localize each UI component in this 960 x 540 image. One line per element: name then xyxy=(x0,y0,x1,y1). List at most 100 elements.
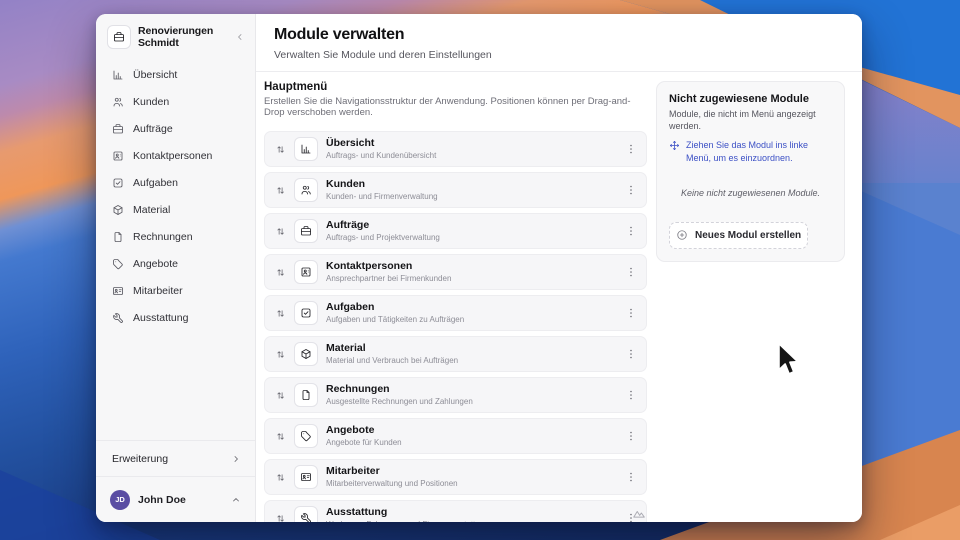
page-subtitle: Verwalten Sie Module und deren Einstellu… xyxy=(274,49,492,61)
drag-handle-icon[interactable] xyxy=(275,185,286,196)
drag-handle-icon[interactable] xyxy=(275,144,286,155)
tag-icon xyxy=(294,424,318,448)
tag-icon xyxy=(112,258,124,270)
drag-handle-icon[interactable] xyxy=(275,431,286,442)
module-title: Kontaktpersonen xyxy=(326,259,413,272)
module-card-kunden[interactable]: Kunden Kunden- und Firmenverwaltung xyxy=(264,172,647,208)
empty-state-text: Keine nicht zugewiesenen Module. xyxy=(680,187,821,198)
section-description: Erstellen Sie die Navigationsstruktur de… xyxy=(264,96,631,118)
wrench-icon xyxy=(112,312,124,324)
users-icon xyxy=(112,96,124,108)
sidebar-item-kunden[interactable]: Kunden xyxy=(106,88,245,115)
module-card-uebersicht[interactable]: Übersicht Auftrags- und Kundenübersicht xyxy=(264,131,647,167)
kebab-menu-icon[interactable] xyxy=(625,471,637,483)
module-card-angebote[interactable]: Angebote Angebote für Kunden xyxy=(264,418,647,454)
sidebar-footer: Erweiterung JD John Doe xyxy=(96,440,255,522)
package-icon xyxy=(112,204,124,216)
sidebar-item-uebersicht[interactable]: Übersicht xyxy=(106,61,245,88)
module-subtitle: Auftrags- und Kundenübersicht xyxy=(326,150,437,160)
module-title: Aufträge xyxy=(326,218,370,231)
user-name: John Doe xyxy=(138,493,186,506)
module-title: Übersicht xyxy=(326,136,375,149)
wrench-icon xyxy=(294,506,318,522)
id-badge-icon xyxy=(112,285,124,297)
workspace-switcher[interactable]: Renovierungen Schmidt xyxy=(96,14,255,58)
kebab-menu-icon[interactable] xyxy=(625,266,637,278)
contact-book-icon xyxy=(294,260,318,284)
module-card-material[interactable]: Material Material und Verbrauch bei Auft… xyxy=(264,336,647,372)
module-title: Material xyxy=(326,341,366,354)
module-subtitle: Mitarbeiterverwaltung und Positionen xyxy=(326,478,458,488)
module-title: Rechnungen xyxy=(326,382,390,395)
module-title: Aufgaben xyxy=(326,300,375,313)
workspace-name: Renovierungen Schmidt xyxy=(138,25,214,50)
drag-handle-icon[interactable] xyxy=(275,308,286,319)
create-module-button[interactable]: Neues Modul erstellen xyxy=(669,221,809,249)
sidebar-item-erweiterung[interactable]: Erweiterung xyxy=(96,440,255,476)
section-title: Hauptmenü xyxy=(264,81,328,93)
module-card-auftraege[interactable]: Aufträge Auftrags- und Projektverwaltung xyxy=(264,213,647,249)
file-icon xyxy=(112,231,124,243)
sidebar-item-rechnungen[interactable]: Rechnungen xyxy=(106,223,245,250)
main-content: Module verwalten Verwalten Sie Module un… xyxy=(256,14,862,522)
sidebar-item-ausstattung[interactable]: Ausstattung xyxy=(106,304,245,331)
drag-handle-icon[interactable] xyxy=(275,390,286,401)
kebab-menu-icon[interactable] xyxy=(625,307,637,319)
package-icon xyxy=(294,342,318,366)
kebab-menu-icon[interactable] xyxy=(625,348,637,360)
chart-bar-icon xyxy=(294,137,318,161)
user-menu[interactable]: JD John Doe xyxy=(96,476,255,522)
chart-bar-icon xyxy=(112,69,124,81)
page-header: Module verwalten Verwalten Sie Module un… xyxy=(256,14,862,72)
module-card-mitarbeiter[interactable]: Mitarbeiter Mitarbeiterverwaltung und Po… xyxy=(264,459,647,495)
avatar: JD xyxy=(110,489,130,510)
move-arrows-icon xyxy=(669,140,680,151)
drag-handle-icon[interactable] xyxy=(275,226,286,237)
kebab-menu-icon[interactable] xyxy=(625,184,637,196)
drag-handle-icon[interactable] xyxy=(275,472,286,483)
chevron-right-icon xyxy=(231,454,241,464)
module-title: Mitarbeiter xyxy=(326,464,380,477)
module-subtitle: Kunden- und Firmenverwaltung xyxy=(326,191,438,201)
sidebar: Renovierungen Schmidt Übersicht Kunden A… xyxy=(96,14,256,522)
unassigned-modules-panel: Nicht zugewiesene Module Module, die nic… xyxy=(656,81,845,262)
sidebar-item-angebote[interactable]: Angebote xyxy=(106,250,245,277)
content-area: Hauptmenü Erstellen Sie die Navigationss… xyxy=(256,72,862,522)
chevron-up-icon xyxy=(231,495,241,505)
module-card-ausstattung[interactable]: Ausstattung Werkzeug, Fahrzeuge und Firm… xyxy=(264,500,647,522)
panel-description: Module, die nicht im Menü angezeigt werd… xyxy=(669,109,816,131)
main-menu-section: Hauptmenü Erstellen Sie die Navigationss… xyxy=(264,81,647,522)
drag-handle-icon[interactable] xyxy=(275,513,286,523)
workspace-logo-briefcase-icon xyxy=(107,25,131,50)
app-window: Renovierungen Schmidt Übersicht Kunden A… xyxy=(96,14,862,522)
sidebar-collapse-chevron-left-icon[interactable] xyxy=(235,32,245,42)
sidebar-item-aufgaben[interactable]: Aufgaben xyxy=(106,169,245,196)
checkbox-icon xyxy=(294,301,318,325)
module-title: Kunden xyxy=(326,177,366,190)
sidebar-item-auftraege[interactable]: Aufträge xyxy=(106,115,245,142)
contact-book-icon xyxy=(112,150,124,162)
drag-handle-icon[interactable] xyxy=(275,349,286,360)
module-card-aufgaben[interactable]: Aufgaben Aufgaben und Tätigkeiten zu Auf… xyxy=(264,295,647,331)
kebab-menu-icon[interactable] xyxy=(625,225,637,237)
panel-title: Nicht zugewiesene Module xyxy=(669,93,809,105)
page-title: Module verwalten xyxy=(274,26,405,43)
users-icon xyxy=(294,178,318,202)
sidebar-item-kontaktpersonen[interactable]: Kontaktpersonen xyxy=(106,142,245,169)
drag-handle-icon[interactable] xyxy=(275,267,286,278)
kebab-menu-icon[interactable] xyxy=(625,143,637,155)
module-subtitle: Material und Verbrauch bei Aufträgen xyxy=(326,355,459,365)
module-card-kontaktpersonen[interactable]: Kontaktpersonen Ansprechpartner bei Firm… xyxy=(264,254,647,290)
module-subtitle: Ausgestellte Rechnungen und Zahlungen xyxy=(326,396,473,406)
drag-hint: Ziehen Sie das Modul ins linke Menü, um … xyxy=(669,139,832,164)
sidebar-item-material[interactable]: Material xyxy=(106,196,245,223)
file-icon xyxy=(294,383,318,407)
module-title: Angebote xyxy=(326,423,375,436)
kebab-menu-icon[interactable] xyxy=(625,389,637,401)
plus-circle-icon xyxy=(676,229,688,241)
module-subtitle: Auftrags- und Projektverwaltung xyxy=(326,232,440,242)
kebab-menu-icon[interactable] xyxy=(625,430,637,442)
sidebar-item-mitarbeiter[interactable]: Mitarbeiter xyxy=(106,277,245,304)
briefcase-icon xyxy=(112,123,124,135)
module-card-rechnungen[interactable]: Rechnungen Ausgestellte Rechnungen und Z… xyxy=(264,377,647,413)
